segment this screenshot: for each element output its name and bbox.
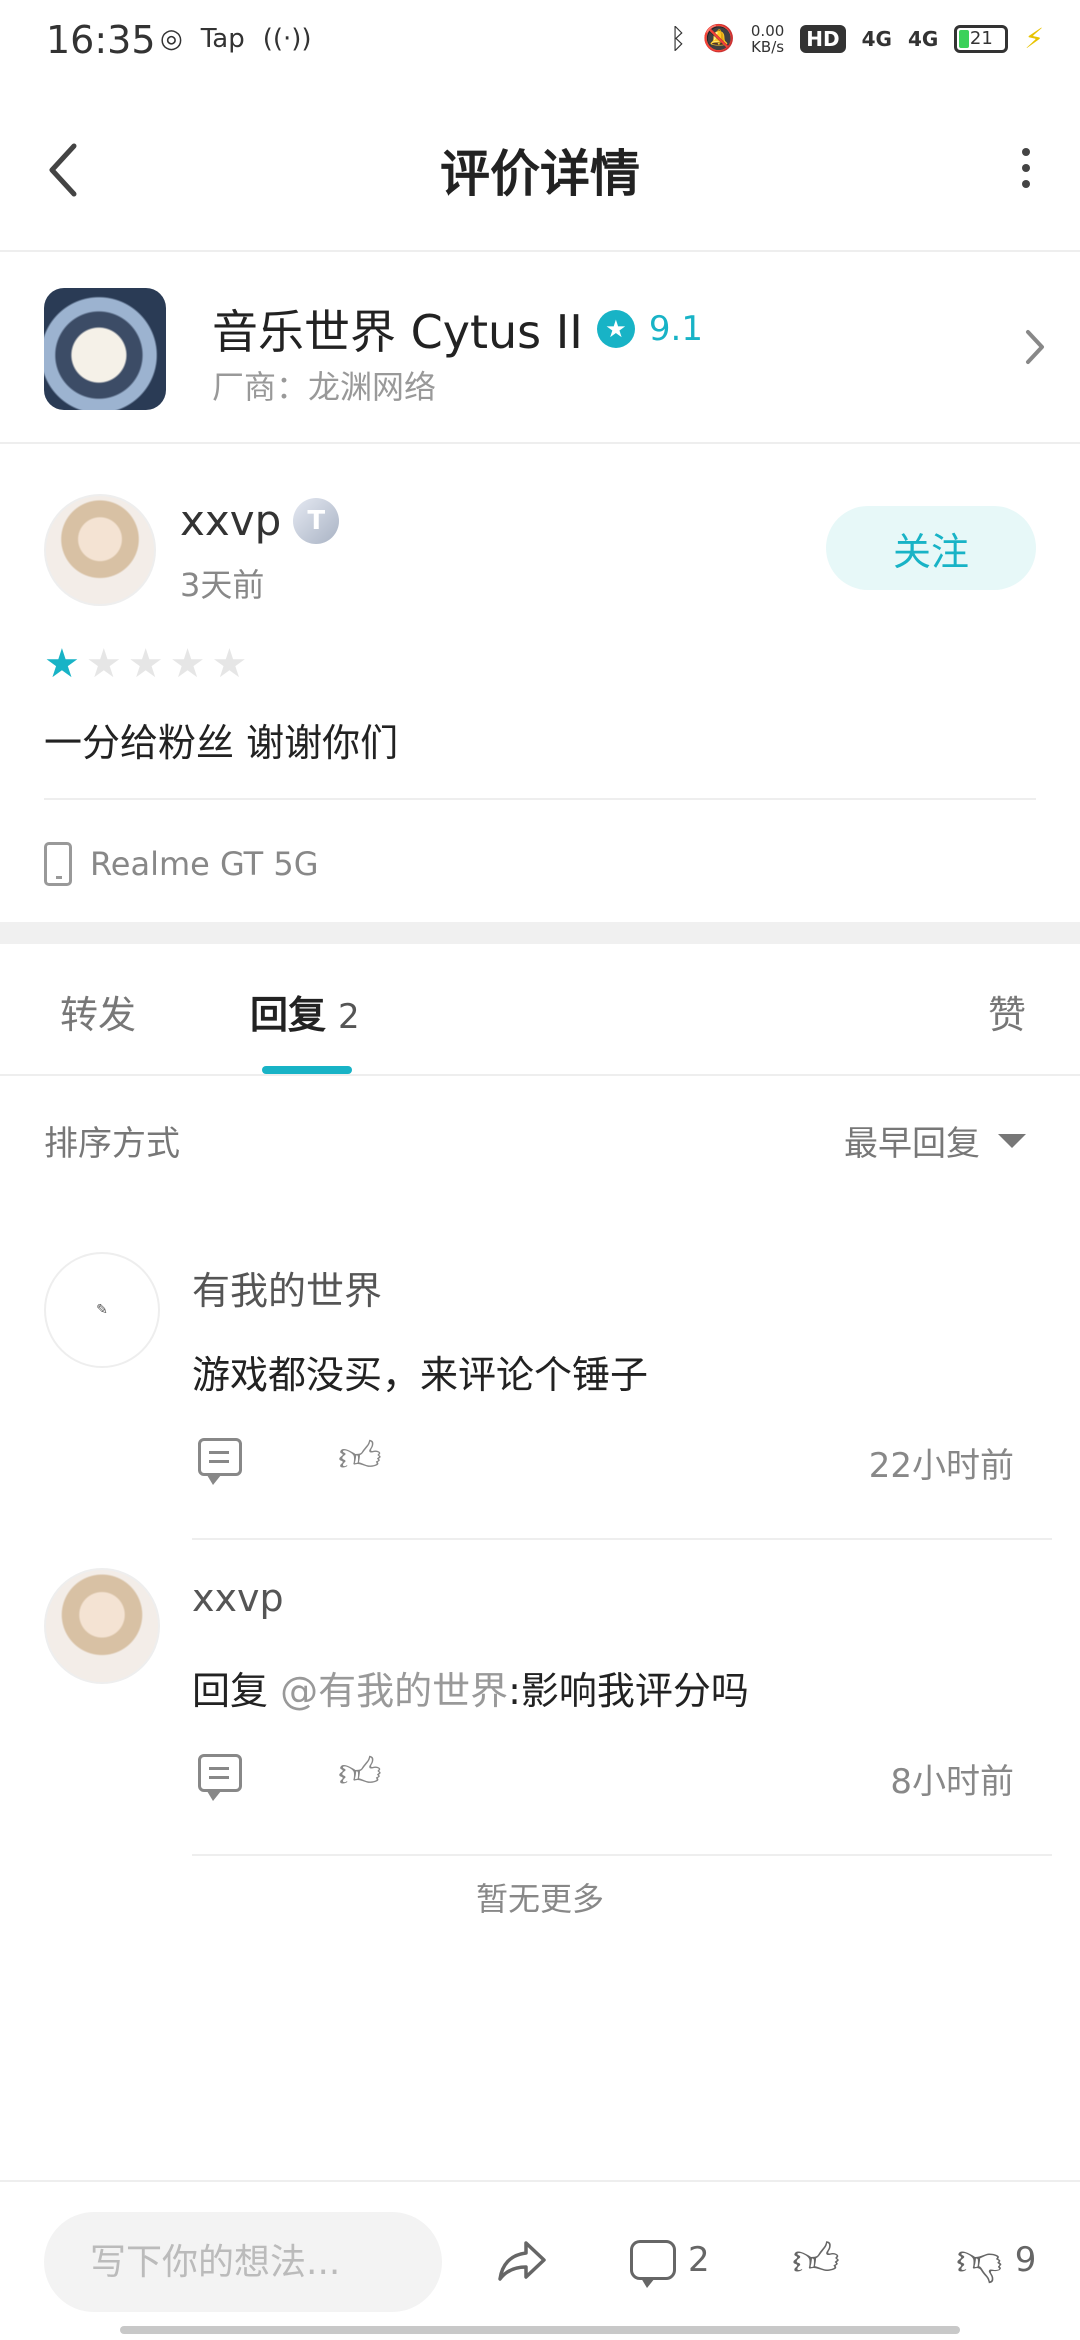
tab-reply-count: 2 <box>338 997 360 1037</box>
dropdown-arrow-icon <box>998 1133 1026 1148</box>
divider <box>192 1854 1052 1856</box>
reply-username[interactable]: xxvp <box>192 1576 284 1620</box>
phone-icon <box>44 842 72 886</box>
reply-item: xxvp 回复 @有我的世界:影响我评分吗 👍︎ 8小时前 <box>0 1568 1080 1884</box>
charging-icon: ⚡ <box>1024 22 1044 55</box>
comments-button[interactable]: 2 <box>630 2230 710 2290</box>
comment-bubble-icon <box>630 2240 676 2288</box>
thumbs-down-icon: 👎︎ <box>956 2232 1003 2286</box>
dislike-count: 9 <box>1014 2240 1037 2280</box>
divider <box>44 798 1036 800</box>
reply-text: 回复 @有我的世界:影响我评分吗 <box>192 1660 749 1715</box>
hotspot-icon: ((·)) <box>262 24 312 54</box>
comment-count: 2 <box>688 2240 710 2280</box>
device-name: Realme GT 5G <box>90 845 319 883</box>
level-badge-icon: T <box>293 497 340 544</box>
app-score: 9.1 <box>648 309 703 349</box>
star-icon: ★ <box>211 641 248 687</box>
header: 评价详情 <box>0 82 1080 252</box>
reply-actions: 👍︎ 8小时前 <box>192 1748 1044 1808</box>
app-icon <box>44 288 166 410</box>
reply-time: 8小时前 <box>890 1762 1014 1802</box>
avatar[interactable]: ✎ <box>44 1252 160 1368</box>
sort-dropdown[interactable]: 最早回复 <box>844 1116 1026 1165</box>
app-name: 音乐世界 Cytus II <box>212 305 583 359</box>
share-button[interactable] <box>494 2230 550 2290</box>
chevron-right-icon <box>1026 330 1044 364</box>
tab-bar: 转发 回复 2 赞 <box>0 944 1080 1076</box>
signal-icon-1: 4G <box>861 26 892 51</box>
status-bar: 16:35 ◎ Tap ((·)) ᛒ 🔕 0.00 KB/s HD 4G 4G… <box>0 0 1080 82</box>
hd-icon: HD <box>800 24 846 53</box>
star-icon: ★ <box>127 641 164 687</box>
reply-username[interactable]: 有我的世界 <box>192 1260 382 1315</box>
review-content: 一分给粉丝 谢谢你们 <box>44 721 399 765</box>
tab-reply[interactable]: 回复 2 <box>250 984 360 1039</box>
signal-icon-2: 4G <box>907 26 939 51</box>
bluetooth-icon: ᛒ <box>669 22 687 55</box>
divider <box>192 1538 1052 1540</box>
tap-icon: Tap <box>200 24 245 54</box>
reply-text: 游戏都没买，来评论个锤子 <box>192 1353 649 1397</box>
sync-icon: ◎ <box>160 24 183 54</box>
section-separator <box>0 922 1080 944</box>
status-left-icons: ◎ Tap ((·)) <box>160 24 312 54</box>
tab-reply-label: 回复 <box>250 993 327 1037</box>
sort-bar: 排序方式 最早回复 <box>0 1076 1080 1196</box>
star-icon: ★ <box>85 641 122 687</box>
app-vendor: 厂商：龙渊网络 <box>212 368 437 406</box>
avatar[interactable] <box>44 494 156 606</box>
tab-forward[interactable]: 转发 <box>60 984 136 1039</box>
bottom-action-bar: 2 👍︎ 👎︎ 9 <box>0 2180 1080 2340</box>
more-dots-icon <box>1022 148 1030 156</box>
network-speed: 0.00 KB/s <box>750 21 785 56</box>
review-card: xxvp T 3天前 关注 ★ ★ ★ ★ ★ 一分给粉丝 谢谢你们 Realm… <box>0 444 1080 922</box>
star-icon: ★ <box>169 641 206 687</box>
share-icon <box>498 2241 546 2281</box>
sort-value: 最早回复 <box>844 1124 980 1164</box>
review-user-row: xxvp T <box>180 496 340 545</box>
reply-actions: 👍︎ 22小时前 <box>192 1432 1044 1492</box>
app-info-card[interactable]: 音乐世界 Cytus II ★ 9.1 厂商：龙渊网络 <box>0 252 1080 444</box>
comment-icon[interactable] <box>198 1438 242 1485</box>
sort-label: 排序方式 <box>44 1124 180 1164</box>
dislike-button[interactable]: 👎︎ 9 <box>956 2230 1036 2290</box>
page-title: 评价详情 <box>440 145 640 203</box>
device-info: Realme GT 5G <box>44 842 319 886</box>
battery-icon: 21 <box>954 24 1009 53</box>
no-more-text: 暂无更多 <box>475 1880 604 1918</box>
tab-like[interactable]: 赞 <box>988 984 1026 1039</box>
reply-body: :影响我评分吗 <box>508 1669 749 1713</box>
status-time: 16:35 <box>46 18 156 62</box>
more-options-button[interactable] <box>1016 148 1036 188</box>
comment-icon[interactable] <box>198 1754 242 1801</box>
review-stars: ★ ★ ★ ★ ★ <box>44 644 247 684</box>
star-icon: ★ <box>44 641 80 687</box>
status-right-icons: ᛒ 🔕 0.00 KB/s HD 4G 4G 21 ⚡ <box>670 22 1044 55</box>
reply-time: 22小时前 <box>868 1446 1014 1486</box>
review-username[interactable]: xxvp <box>180 496 281 545</box>
rating-star-icon: ★ <box>596 310 635 348</box>
tab-active-indicator <box>262 1066 352 1074</box>
follow-button[interactable]: 关注 <box>826 506 1036 590</box>
comment-input[interactable] <box>44 2212 442 2312</box>
app-name-row: 音乐世界 Cytus II ★ 9.1 <box>212 296 703 362</box>
reply-item: ✎ 有我的世界 游戏都没买，来评论个锤子 👍︎ 22小时前 <box>0 1252 1080 1568</box>
thumbs-up-icon[interactable]: 👍︎ <box>338 1748 388 1798</box>
reply-mention[interactable]: @有我的世界 <box>280 1669 508 1713</box>
reply-prefix: 回复 <box>192 1669 269 1713</box>
thumbs-up-icon: 👍︎ <box>792 2232 841 2286</box>
avatar[interactable] <box>44 1568 160 1684</box>
thumbs-up-icon[interactable]: 👍︎ <box>338 1432 388 1482</box>
mute-icon: 🔕 <box>702 23 735 54</box>
like-button[interactable]: 👍︎ <box>792 2230 840 2290</box>
review-time: 3天前 <box>180 566 265 604</box>
home-indicator <box>120 2326 960 2334</box>
